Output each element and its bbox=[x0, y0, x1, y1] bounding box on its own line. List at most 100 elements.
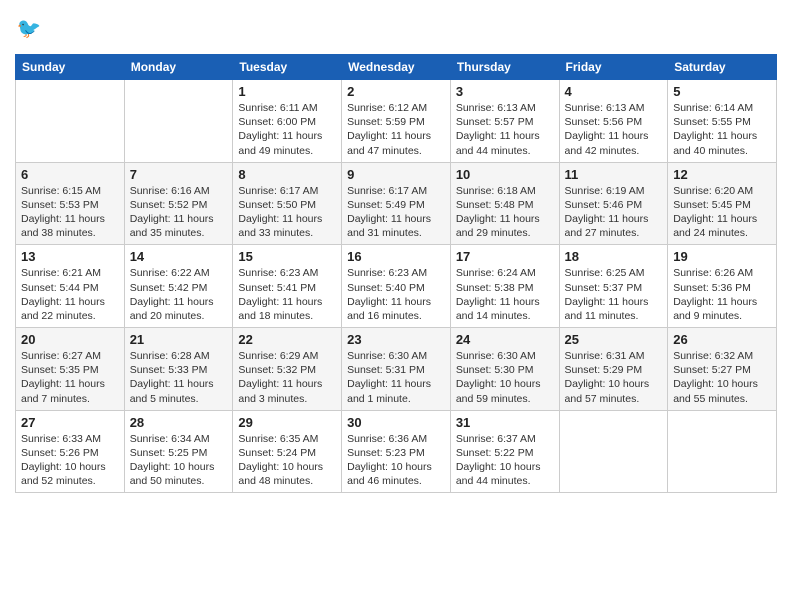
day-number: 17 bbox=[456, 249, 554, 264]
calendar-cell: 27 Sunrise: 6:33 AMSunset: 5:26 PMDayligh… bbox=[16, 410, 125, 493]
day-info: Sunrise: 6:33 AMSunset: 5:26 PMDaylight:… bbox=[21, 432, 119, 489]
day-info: Sunrise: 6:25 AMSunset: 5:37 PMDaylight:… bbox=[565, 266, 663, 323]
day-number: 28 bbox=[130, 415, 228, 430]
calendar-cell: 3 Sunrise: 6:13 AMSunset: 5:57 PMDaylight… bbox=[450, 80, 559, 163]
calendar-cell: 15 Sunrise: 6:23 AMSunset: 5:41 PMDayligh… bbox=[233, 245, 342, 328]
day-info: Sunrise: 6:24 AMSunset: 5:38 PMDaylight:… bbox=[456, 266, 554, 323]
day-number: 26 bbox=[673, 332, 771, 347]
calendar-cell: 26 Sunrise: 6:32 AMSunset: 5:27 PMDayligh… bbox=[668, 328, 777, 411]
calendar-cell: 25 Sunrise: 6:31 AMSunset: 5:29 PMDayligh… bbox=[559, 328, 668, 411]
day-number: 24 bbox=[456, 332, 554, 347]
calendar-cell: 30 Sunrise: 6:36 AMSunset: 5:23 PMDayligh… bbox=[342, 410, 451, 493]
day-info: Sunrise: 6:37 AMSunset: 5:22 PMDaylight:… bbox=[456, 432, 554, 489]
logo-icon: 🐦 bbox=[15, 10, 51, 46]
day-number: 16 bbox=[347, 249, 445, 264]
weekday-header-saturday: Saturday bbox=[668, 55, 777, 80]
day-number: 22 bbox=[238, 332, 336, 347]
day-info: Sunrise: 6:36 AMSunset: 5:23 PMDaylight:… bbox=[347, 432, 445, 489]
weekday-header-friday: Friday bbox=[559, 55, 668, 80]
calendar-cell: 9 Sunrise: 6:17 AMSunset: 5:49 PMDaylight… bbox=[342, 162, 451, 245]
day-number: 5 bbox=[673, 84, 771, 99]
day-info: Sunrise: 6:13 AMSunset: 5:57 PMDaylight:… bbox=[456, 101, 554, 158]
calendar-cell bbox=[668, 410, 777, 493]
calendar-cell: 18 Sunrise: 6:25 AMSunset: 5:37 PMDayligh… bbox=[559, 245, 668, 328]
day-number: 15 bbox=[238, 249, 336, 264]
day-info: Sunrise: 6:22 AMSunset: 5:42 PMDaylight:… bbox=[130, 266, 228, 323]
weekday-header-sunday: Sunday bbox=[16, 55, 125, 80]
weekday-header-thursday: Thursday bbox=[450, 55, 559, 80]
day-number: 3 bbox=[456, 84, 554, 99]
day-info: Sunrise: 6:29 AMSunset: 5:32 PMDaylight:… bbox=[238, 349, 336, 406]
calendar-cell: 19 Sunrise: 6:26 AMSunset: 5:36 PMDayligh… bbox=[668, 245, 777, 328]
calendar-cell: 23 Sunrise: 6:30 AMSunset: 5:31 PMDayligh… bbox=[342, 328, 451, 411]
calendar-header-row: SundayMondayTuesdayWednesdayThursdayFrid… bbox=[16, 55, 777, 80]
day-number: 23 bbox=[347, 332, 445, 347]
calendar-cell: 8Sunrise: 6:17 AMSunset: 5:50 PMDaylight… bbox=[233, 162, 342, 245]
day-number: 14 bbox=[130, 249, 228, 264]
day-info: Sunrise: 6:13 AMSunset: 5:56 PMDaylight:… bbox=[565, 101, 663, 158]
calendar-cell: 6Sunrise: 6:15 AMSunset: 5:53 PMDaylight… bbox=[16, 162, 125, 245]
day-info: Sunrise: 6:21 AMSunset: 5:44 PMDaylight:… bbox=[21, 266, 119, 323]
calendar-cell: 14 Sunrise: 6:22 AMSunset: 5:42 PMDayligh… bbox=[124, 245, 233, 328]
day-number: 4 bbox=[565, 84, 663, 99]
weekday-header-tuesday: Tuesday bbox=[233, 55, 342, 80]
calendar-cell bbox=[559, 410, 668, 493]
svg-text:🐦: 🐦 bbox=[17, 18, 42, 40]
calendar-cell bbox=[124, 80, 233, 163]
day-number: 10 bbox=[456, 167, 554, 182]
calendar-table: SundayMondayTuesdayWednesdayThursdayFrid… bbox=[15, 54, 777, 493]
calendar-cell: 21Sunrise: 6:28 AMSunset: 5:33 PMDayligh… bbox=[124, 328, 233, 411]
calendar-cell: 29 Sunrise: 6:35 AMSunset: 5:24 PMDayligh… bbox=[233, 410, 342, 493]
day-number: 6 bbox=[21, 167, 119, 182]
calendar-week-row: 13 Sunrise: 6:21 AMSunset: 5:44 PMDayligh… bbox=[16, 245, 777, 328]
calendar-cell: 17 Sunrise: 6:24 AMSunset: 5:38 PMDayligh… bbox=[450, 245, 559, 328]
calendar-week-row: 20 Sunrise: 6:27 AMSunset: 5:35 PMDayligh… bbox=[16, 328, 777, 411]
day-number: 11 bbox=[565, 167, 663, 182]
calendar-week-row: 6Sunrise: 6:15 AMSunset: 5:53 PMDaylight… bbox=[16, 162, 777, 245]
weekday-header-wednesday: Wednesday bbox=[342, 55, 451, 80]
calendar-cell: 2Sunrise: 6:12 AMSunset: 5:59 PMDaylight… bbox=[342, 80, 451, 163]
calendar-cell: 10 Sunrise: 6:18 AMSunset: 5:48 PMDayligh… bbox=[450, 162, 559, 245]
calendar-week-row: 27 Sunrise: 6:33 AMSunset: 5:26 PMDayligh… bbox=[16, 410, 777, 493]
day-number: 20 bbox=[21, 332, 119, 347]
calendar-cell: 7 Sunrise: 6:16 AMSunset: 5:52 PMDaylight… bbox=[124, 162, 233, 245]
day-number: 25 bbox=[565, 332, 663, 347]
calendar-cell: 31Sunrise: 6:37 AMSunset: 5:22 PMDayligh… bbox=[450, 410, 559, 493]
day-info: Sunrise: 6:17 AMSunset: 5:49 PMDaylight:… bbox=[347, 184, 445, 241]
calendar-cell: 28Sunrise: 6:34 AMSunset: 5:25 PMDayligh… bbox=[124, 410, 233, 493]
day-info: Sunrise: 6:30 AMSunset: 5:30 PMDaylight:… bbox=[456, 349, 554, 406]
day-info: Sunrise: 6:30 AMSunset: 5:31 PMDaylight:… bbox=[347, 349, 445, 406]
day-info: Sunrise: 6:14 AMSunset: 5:55 PMDaylight:… bbox=[673, 101, 771, 158]
day-number: 7 bbox=[130, 167, 228, 182]
day-info: Sunrise: 6:16 AMSunset: 5:52 PMDaylight:… bbox=[130, 184, 228, 241]
day-number: 27 bbox=[21, 415, 119, 430]
day-info: Sunrise: 6:26 AMSunset: 5:36 PMDaylight:… bbox=[673, 266, 771, 323]
day-info: Sunrise: 6:27 AMSunset: 5:35 PMDaylight:… bbox=[21, 349, 119, 406]
calendar-cell: 13 Sunrise: 6:21 AMSunset: 5:44 PMDayligh… bbox=[16, 245, 125, 328]
day-number: 9 bbox=[347, 167, 445, 182]
day-info: Sunrise: 6:18 AMSunset: 5:48 PMDaylight:… bbox=[456, 184, 554, 241]
day-info: Sunrise: 6:35 AMSunset: 5:24 PMDaylight:… bbox=[238, 432, 336, 489]
calendar-cell: 22 Sunrise: 6:29 AMSunset: 5:32 PMDayligh… bbox=[233, 328, 342, 411]
day-info: Sunrise: 6:31 AMSunset: 5:29 PMDaylight:… bbox=[565, 349, 663, 406]
day-info: Sunrise: 6:19 AMSunset: 5:46 PMDaylight:… bbox=[565, 184, 663, 241]
day-number: 18 bbox=[565, 249, 663, 264]
day-number: 21 bbox=[130, 332, 228, 347]
calendar-cell: 20 Sunrise: 6:27 AMSunset: 5:35 PMDayligh… bbox=[16, 328, 125, 411]
day-info: Sunrise: 6:11 AMSunset: 6:00 PMDaylight:… bbox=[238, 101, 336, 158]
day-number: 30 bbox=[347, 415, 445, 430]
day-number: 8 bbox=[238, 167, 336, 182]
day-number: 29 bbox=[238, 415, 336, 430]
day-info: Sunrise: 6:23 AMSunset: 5:41 PMDaylight:… bbox=[238, 266, 336, 323]
day-number: 12 bbox=[673, 167, 771, 182]
weekday-header-monday: Monday bbox=[124, 55, 233, 80]
calendar-cell: 16 Sunrise: 6:23 AMSunset: 5:40 PMDayligh… bbox=[342, 245, 451, 328]
calendar-cell: 12Sunrise: 6:20 AMSunset: 5:45 PMDayligh… bbox=[668, 162, 777, 245]
day-info: Sunrise: 6:32 AMSunset: 5:27 PMDaylight:… bbox=[673, 349, 771, 406]
day-number: 13 bbox=[21, 249, 119, 264]
logo: 🐦 bbox=[15, 10, 55, 46]
day-info: Sunrise: 6:12 AMSunset: 5:59 PMDaylight:… bbox=[347, 101, 445, 158]
day-number: 19 bbox=[673, 249, 771, 264]
day-info: Sunrise: 6:23 AMSunset: 5:40 PMDaylight:… bbox=[347, 266, 445, 323]
calendar-cell: 4 Sunrise: 6:13 AMSunset: 5:56 PMDaylight… bbox=[559, 80, 668, 163]
